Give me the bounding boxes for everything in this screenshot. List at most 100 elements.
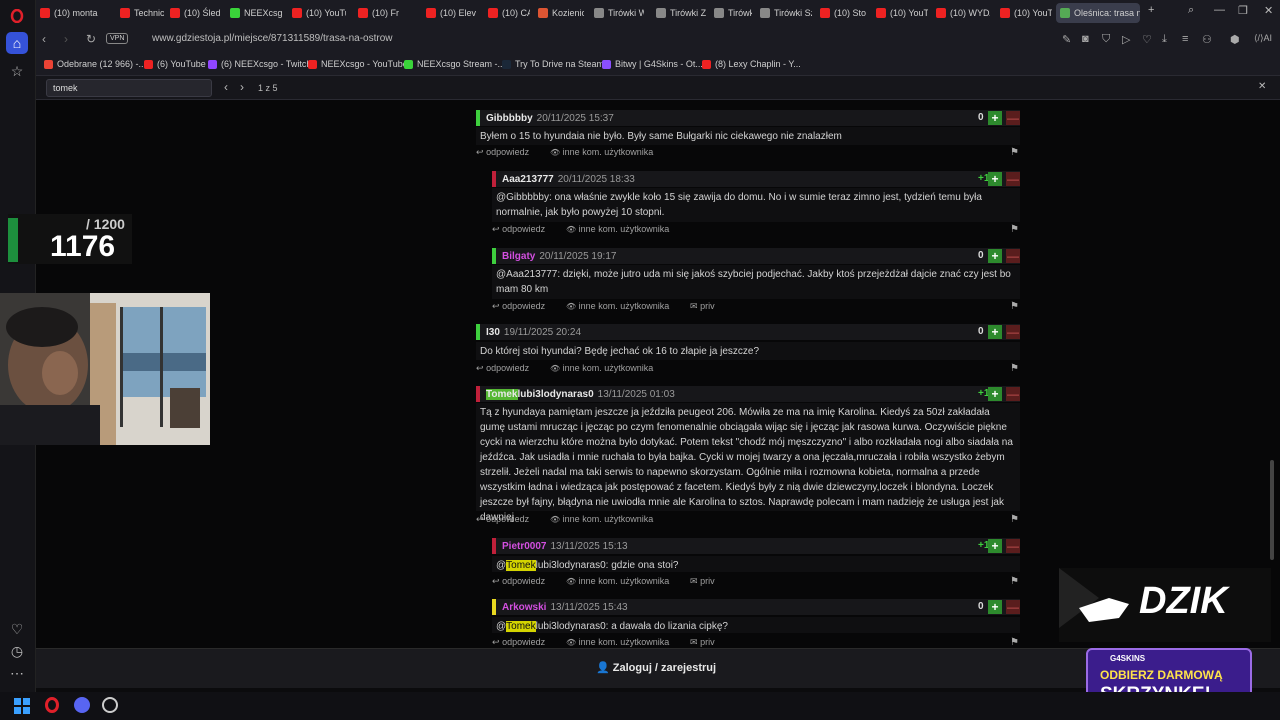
report-flag-icon[interactable]: ⚑ [1010,301,1019,312]
report-flag-icon[interactable]: ⚑ [1010,576,1019,587]
comment-author[interactable]: Gibbbbby [486,113,533,124]
tab-10[interactable]: Tirówki Za [652,3,706,23]
tab-13[interactable]: (10) Stop C [816,3,866,23]
tab-15[interactable]: (10) WYDA [932,3,990,23]
scrollbar[interactable] [1270,460,1274,560]
tab-4[interactable]: (10) YouTu [288,3,346,23]
windows-start-icon[interactable] [14,698,30,714]
heart-icon[interactable]: ♡ [6,618,28,640]
reply-link[interactable]: ↩ odpowiedz [476,147,529,158]
downvote-button[interactable]: — [1006,600,1020,614]
tab-14[interactable]: (10) YouTu [872,3,928,23]
reply-link[interactable]: ↩ odpowiedz [476,363,529,374]
other-comments-link[interactable]: 👁 inne kom. użytkownika [566,637,669,647]
edit-icon[interactable]: ✎ [1062,33,1071,46]
bookmark-4[interactable]: NEEXcsgo Stream -... [404,59,505,69]
camera-icon[interactable]: ◙ [1082,33,1089,45]
history-icon[interactable]: ◷ [6,640,28,662]
find-next-icon[interactable]: › [240,80,244,94]
comment-author[interactable]: I30 [486,327,500,338]
reply-link[interactable]: ↩ odpowiedz [492,637,545,648]
play-icon[interactable]: ▷ [1122,33,1130,46]
comment-author[interactable]: Arkowski [502,602,546,613]
new-tab-icon[interactable]: + [1148,4,1154,16]
downvote-button[interactable]: — [1006,387,1020,401]
priv-link[interactable]: ✉ priv [690,301,715,312]
bookmark-2[interactable]: (6) NEEXcsgo - Twitch [208,59,311,69]
obs-taskbar-icon[interactable] [102,697,118,713]
priv-link[interactable]: ✉ priv [690,637,715,648]
bookmark-0[interactable]: Odebrane (12 966) -... [44,59,146,69]
report-flag-icon[interactable]: ⚑ [1010,363,1019,374]
tab-1[interactable]: Techniczny [116,3,164,23]
tab-8[interactable]: Kozienice [534,3,584,23]
bookmark-1[interactable]: (6) YouTube [144,59,206,69]
tab-11[interactable]: Tirówki Sz [710,3,752,23]
home-icon[interactable]: ⌂ [6,32,28,54]
reply-link[interactable]: ↩ odpowiedz [492,301,545,312]
comment-author[interactable]: Pietr0007 [502,541,546,552]
reload-icon[interactable]: ↻ [86,32,96,46]
bookmark-5[interactable]: Try To Drive na Steam [502,59,604,69]
tab-9[interactable]: Tirówki W [590,3,644,23]
comment-author[interactable]: Aaa213777 [502,174,554,185]
downvote-button[interactable]: — [1006,249,1020,263]
report-flag-icon[interactable]: ⚑ [1010,224,1019,235]
upvote-button[interactable]: + [988,172,1002,186]
other-comments-link[interactable]: 👁 inne kom. użytkownika [550,514,653,524]
comment-author[interactable]: Bilgaty [502,251,535,262]
find-input[interactable] [46,79,212,97]
report-flag-icon[interactable]: ⚑ [1010,147,1019,158]
maximize-icon[interactable]: ❐ [1238,4,1248,17]
upvote-button[interactable]: + [988,600,1002,614]
find-prev-icon[interactable]: ‹ [224,80,228,94]
other-comments-link[interactable]: 👁 inne kom. użytkownika [566,224,669,234]
extension-icon[interactable]: ⬢ [1230,33,1240,46]
downvote-button[interactable]: — [1006,539,1020,553]
forward-icon[interactable]: › [64,32,68,46]
menu-icon[interactable]: ≡ [1182,33,1188,45]
upvote-button[interactable]: + [988,111,1002,125]
search-tabs-icon[interactable]: ⌕ [1188,4,1194,17]
report-flag-icon[interactable]: ⚑ [1010,637,1019,648]
bookmark-7[interactable]: (8) Lexy Chaplin - Y... [702,59,801,69]
download-icon[interactable]: ⤓ [1162,33,1167,46]
url-field[interactable]: www.gdziestoja.pl/miejsce/871311589/tras… [152,33,393,44]
other-comments-link[interactable]: 👁 inne kom. użytkownika [550,147,653,157]
reply-link[interactable]: ↩ odpowiedz [492,224,545,235]
comment-author[interactable]: lubi3lodynaras0 [518,389,594,400]
tab-7[interactable]: (10) CANA [484,3,530,23]
more-icon[interactable]: ⋯ [6,662,28,684]
priv-link[interactable]: ✉ priv [690,576,715,587]
back-icon[interactable]: ‹ [42,32,46,46]
ai-icon[interactable]: ⟨/⟩AI [1254,33,1272,44]
report-flag-icon[interactable]: ⚑ [1010,514,1019,525]
downvote-button[interactable]: — [1006,111,1020,125]
bookmark-3[interactable]: NEEXcsgo - YouTube [308,59,408,69]
tab-17[interactable]: Oleśnica: trasa na [1056,3,1140,23]
other-comments-link[interactable]: 👁 inne kom. użytkownika [566,576,669,586]
account-icon[interactable]: ⚇ [1202,33,1212,46]
opera-taskbar-icon[interactable] [44,697,60,718]
tab-0[interactable]: (10) monta [36,3,100,23]
upvote-button[interactable]: + [988,387,1002,401]
discord-taskbar-icon[interactable] [74,697,90,713]
downvote-button[interactable]: — [1006,172,1020,186]
tab-2[interactable]: (10) Śledz [166,3,220,23]
author-highlight[interactable]: Tomek [486,388,518,400]
login-button[interactable]: 👤 Zaloguj / zarejestruj [596,661,716,674]
tab-3[interactable]: NEEXcsgo [226,3,282,23]
downvote-button[interactable]: — [1006,325,1020,339]
other-comments-link[interactable]: 👁 inne kom. użytkownika [566,301,669,311]
vpn-badge[interactable]: VPN [106,33,129,44]
upvote-button[interactable]: + [988,249,1002,263]
favorite-icon[interactable]: ♡ [1142,33,1152,46]
shield-icon[interactable]: ⛉ [1102,33,1110,46]
close-window-icon[interactable]: ✕ [1264,4,1273,17]
minimize-icon[interactable]: — [1214,4,1225,16]
tab-12[interactable]: Tirówki Sz [756,3,812,23]
other-comments-link[interactable]: 👁 inne kom. użytkownika [550,363,653,373]
upvote-button[interactable]: + [988,325,1002,339]
reply-link[interactable]: ↩ odpowiedz [492,576,545,587]
tab-5[interactable]: (10) Fr [354,3,414,23]
